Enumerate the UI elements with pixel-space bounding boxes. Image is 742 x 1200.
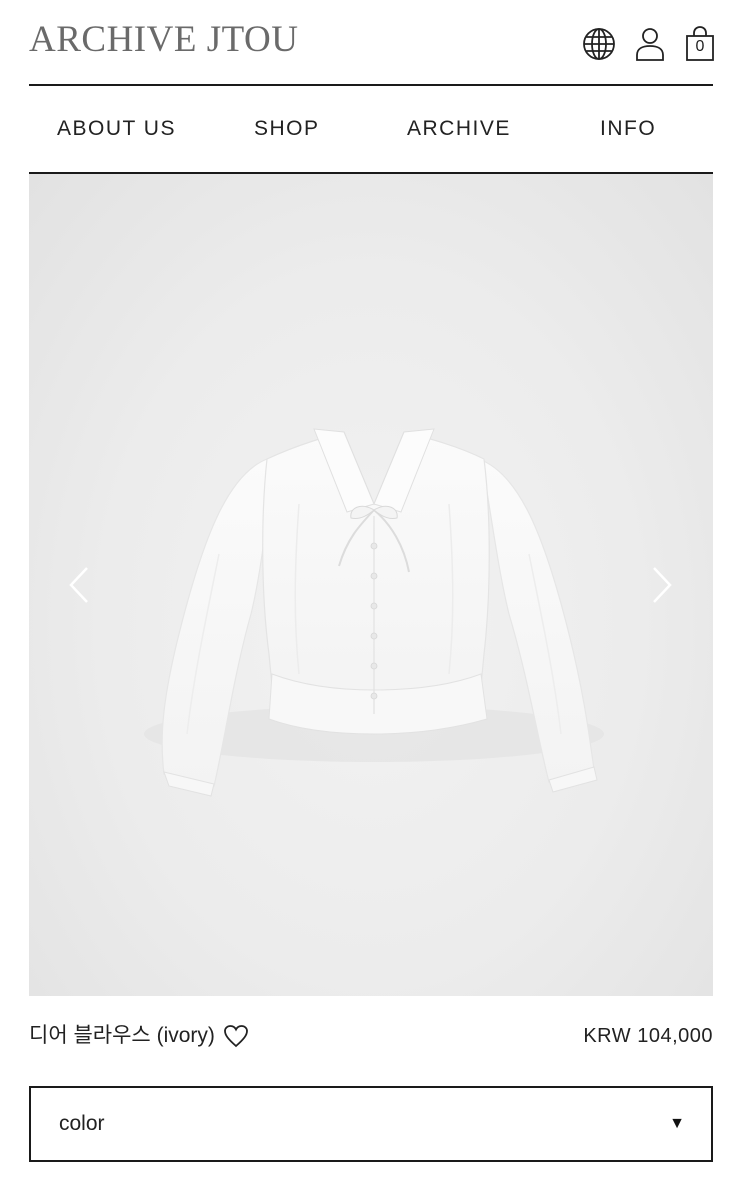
chevron-left-icon bbox=[69, 567, 88, 603]
globe-icon bbox=[583, 28, 615, 60]
product-name-row: 디어 블라우스 (ivory) bbox=[29, 1020, 249, 1052]
nav-item-shop[interactable]: SHOP bbox=[254, 86, 320, 172]
wishlist-button[interactable] bbox=[223, 1024, 249, 1048]
language-button[interactable] bbox=[579, 24, 619, 64]
cart-button[interactable]: 0 bbox=[680, 24, 720, 64]
heart-icon bbox=[224, 1025, 248, 1048]
product-image-gallery[interactable] bbox=[29, 174, 713, 996]
white-blouse-photo bbox=[144, 428, 604, 797]
nav-item-about-us[interactable]: ABOUT US bbox=[57, 86, 176, 172]
gallery-next-button[interactable] bbox=[642, 560, 682, 610]
site-logo[interactable]: ARCHIVE JTOU bbox=[29, 18, 298, 62]
main-nav: ABOUT US SHOP ARCHIVE INFO bbox=[29, 86, 713, 174]
dropdown-caret-icon: ▼ bbox=[669, 1115, 685, 1132]
chevron-right-icon bbox=[653, 567, 672, 603]
gallery-prev-button[interactable] bbox=[59, 560, 99, 610]
cart-count-badge: 0 bbox=[695, 38, 705, 55]
color-select[interactable]: color ▼ bbox=[29, 1086, 713, 1162]
nav-item-archive[interactable]: ARCHIVE bbox=[407, 86, 511, 172]
nav-item-info[interactable]: INFO bbox=[600, 86, 656, 172]
account-button[interactable] bbox=[630, 24, 670, 64]
user-icon bbox=[636, 28, 664, 61]
product-title: 디어 블라우스 (ivory) bbox=[29, 1024, 215, 1047]
color-select-label: color bbox=[59, 1112, 105, 1135]
product-price: KRW 104,000 bbox=[583, 1025, 713, 1047]
site-header: ARCHIVE JTOU 0 bbox=[29, 0, 714, 86]
